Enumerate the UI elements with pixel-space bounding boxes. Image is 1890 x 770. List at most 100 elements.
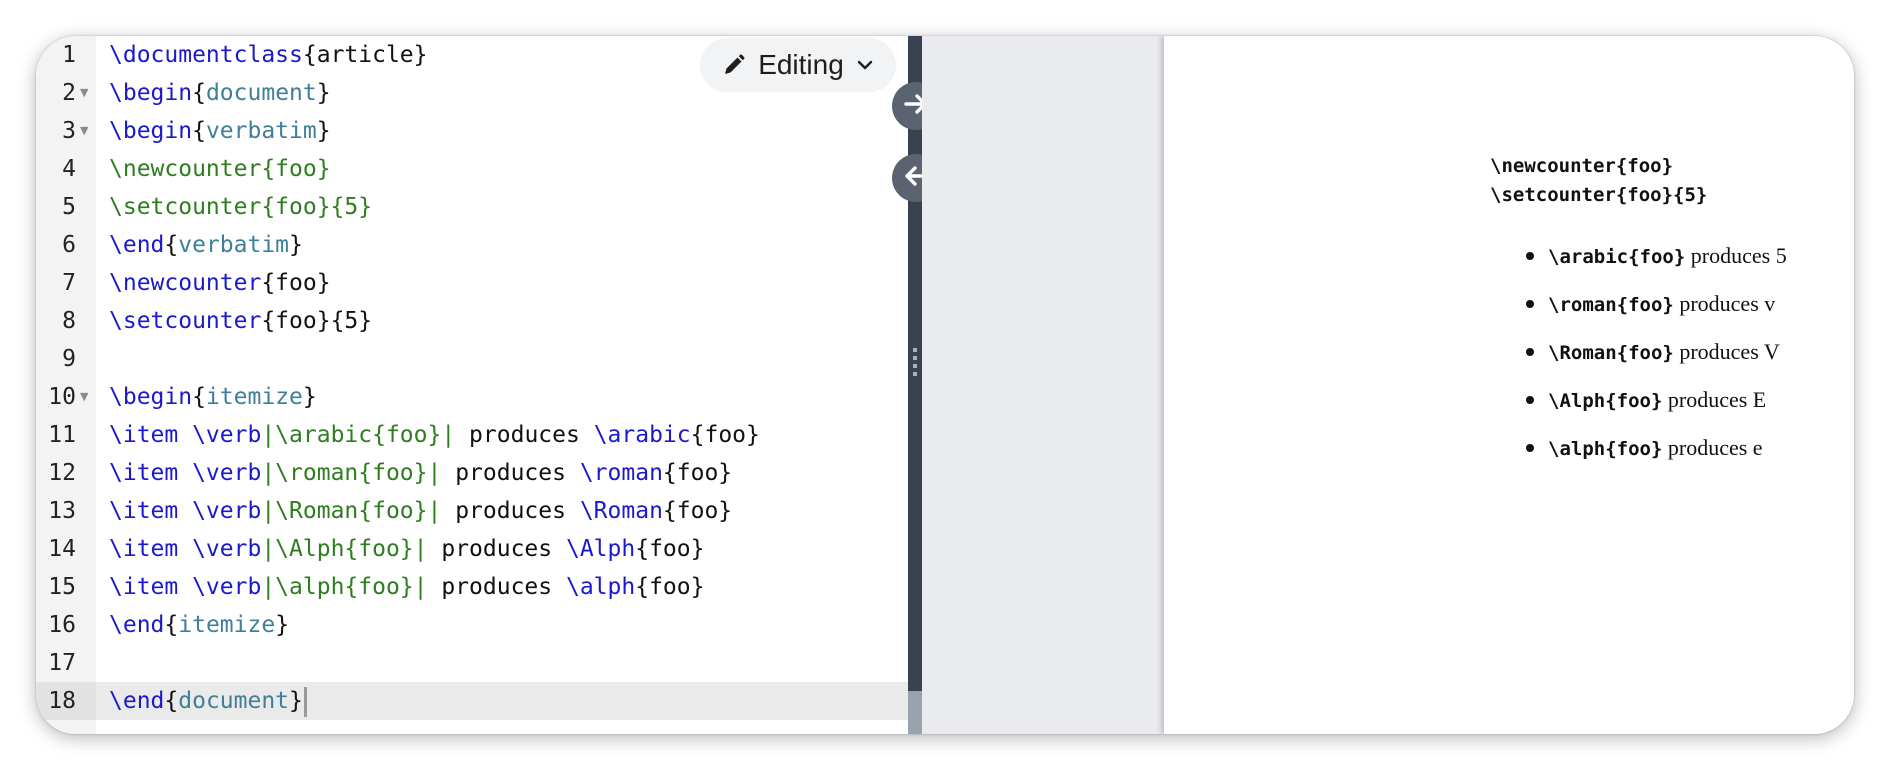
line-number: 7: [62, 270, 76, 296]
line-number: 18: [48, 688, 76, 714]
code-line[interactable]: 14 \item \verb|\Alph{foo}| produces \Alph…: [36, 530, 908, 568]
fold-toggle-icon[interactable]: ▼: [80, 74, 88, 112]
fold-toggle-icon[interactable]: ▼: [80, 112, 88, 150]
code-line[interactable]: 11 \item \verb|\arabic{foo}| produces \ar…: [36, 416, 908, 454]
code-line[interactable]: 12 \item \verb|\roman{foo}| produces \rom…: [36, 454, 908, 492]
bullet-icon: [1526, 444, 1534, 453]
line-number-cell: 9: [36, 340, 96, 378]
divider-drag-handle[interactable]: [913, 348, 917, 376]
list-item: \arabic{foo} produces 5: [1526, 232, 1787, 280]
code-token: {: [164, 688, 179, 714]
code-text: \end{document}: [109, 682, 307, 720]
code-token: {foo}: [662, 498, 733, 524]
code-token: }: [316, 118, 331, 144]
code-line[interactable]: 6 \end{verbatim}: [36, 226, 908, 264]
code-token: {article}: [302, 42, 428, 68]
line-number-cell: 3 ▼: [36, 112, 96, 150]
bullet-icon: [1526, 396, 1534, 405]
code-token: \begin: [109, 118, 193, 144]
list-item: \alph{foo} produces e: [1526, 424, 1787, 472]
line-number: 10: [48, 384, 76, 410]
code-line[interactable]: 10 ▼ \begin{itemize}: [36, 378, 908, 416]
code-line[interactable]: 3 ▼ \begin{verbatim}: [36, 112, 908, 150]
item-text: produces 5: [1685, 243, 1787, 268]
code-editor[interactable]: 1 \documentclass{article} 2 ▼ \begin{documen…: [36, 36, 908, 734]
code-line[interactable]: 4 \newcounter{foo}: [36, 150, 908, 188]
app-window: 1 \documentclass{article} 2 ▼ \begin{documen…: [36, 36, 1854, 734]
code-token: |\Roman{foo}|: [261, 498, 442, 524]
code-text: \item \verb|\roman{foo}| produces \roman…: [109, 454, 732, 492]
fold-toggle-icon[interactable]: ▼: [80, 378, 88, 416]
code-token: produces: [441, 460, 580, 486]
line-number-cell: 7: [36, 264, 96, 302]
code-line[interactable]: 13 \item \verb|\Roman{foo}| produces \Rom…: [36, 492, 908, 530]
code-token: itemize: [205, 384, 303, 410]
code-token: produces: [427, 536, 566, 562]
chevron-down-icon: [856, 56, 874, 74]
line-number-cell: 5: [36, 188, 96, 226]
code-token: {: [164, 612, 179, 638]
code-token: \Alph: [565, 536, 636, 562]
code-token: \Roman: [579, 498, 663, 524]
line-number: 12: [48, 460, 76, 486]
code-token: }: [302, 384, 317, 410]
code-token: }: [275, 612, 290, 638]
code-line[interactable]: 9: [36, 340, 908, 378]
code-line[interactable]: 15 \item \verb|\alph{foo}| produces \alph…: [36, 568, 908, 606]
code-token: verbatim: [178, 232, 290, 258]
code-lines[interactable]: 1 \documentclass{article} 2 ▼ \begin{documen…: [36, 36, 908, 720]
code-token: \documentclass: [109, 42, 303, 68]
text-cursor: [303, 686, 307, 717]
code-token: \begin: [109, 80, 193, 106]
code-line[interactable]: 5 \setcounter{foo}{5}: [36, 188, 908, 226]
code-line[interactable]: 16 \end{itemize}: [36, 606, 908, 644]
line-number: 14: [48, 536, 76, 562]
line-number: 17: [48, 650, 76, 676]
code-token: \newcounter: [109, 270, 262, 296]
code-line[interactable]: 18 \end{document}: [36, 682, 908, 720]
line-number-cell: 15: [36, 568, 96, 606]
code-line[interactable]: 17: [36, 644, 908, 682]
line-number-cell: 12: [36, 454, 96, 492]
code-line[interactable]: 7 \newcounter{foo}: [36, 264, 908, 302]
code-token: {foo}: [635, 574, 705, 600]
editing-mode-dropdown[interactable]: Editing: [700, 38, 896, 92]
item-code: \arabic{foo}: [1548, 246, 1686, 268]
code-line[interactable]: 8 \setcounter{foo}{5}: [36, 302, 908, 340]
divider-scroll-thumb[interactable]: [908, 691, 922, 734]
line-number: 3: [62, 118, 76, 144]
line-number-cell: 13: [36, 492, 96, 530]
code-token: |\arabic{foo}|: [261, 422, 456, 448]
code-token: }: [289, 688, 303, 714]
code-token: \setcounter{foo}{5}: [109, 194, 373, 220]
code-token: produces: [441, 498, 580, 524]
line-number-cell: 11: [36, 416, 96, 454]
code-token: {foo}: [261, 270, 331, 296]
code-text: \begin{verbatim}: [109, 112, 331, 150]
code-token: \item \verb: [109, 422, 262, 448]
line-number: 2: [62, 80, 76, 106]
code-token: {foo}: [662, 460, 733, 486]
code-text: \newcounter{foo}: [109, 264, 331, 302]
line-number: 5: [62, 194, 76, 220]
code-token: produces: [455, 422, 594, 448]
line-number: 4: [62, 156, 76, 182]
code-token: \alph: [565, 574, 636, 600]
line-number: 16: [48, 612, 76, 638]
pane-divider[interactable]: [908, 36, 922, 734]
code-token: \newcounter{foo}: [109, 156, 331, 182]
pencil-icon: [722, 53, 746, 77]
line-number: 13: [48, 498, 76, 524]
code-token: {foo}: [635, 536, 705, 562]
line-number: 8: [62, 308, 76, 334]
code-text: \documentclass{article}: [109, 36, 428, 74]
list-item: \roman{foo} produces v: [1526, 280, 1787, 328]
code-text: \begin{document}: [109, 74, 331, 112]
code-token: {: [192, 80, 206, 106]
line-number-cell: 10 ▼: [36, 378, 96, 416]
code-token: itemize: [178, 612, 276, 638]
code-text: \item \verb|\Roman{foo}| produces \Roman…: [109, 492, 732, 530]
code-token: {foo}: [690, 422, 760, 448]
code-text: \end{verbatim}: [109, 226, 303, 264]
bullet-icon: [1526, 252, 1534, 261]
